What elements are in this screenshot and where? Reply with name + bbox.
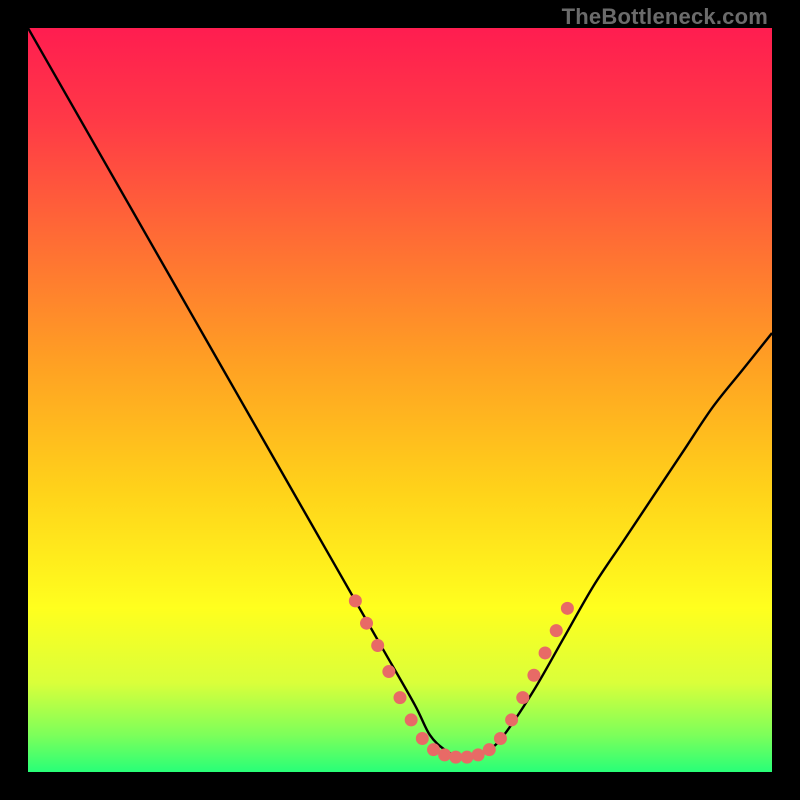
highlight-dot [394, 691, 407, 704]
highlight-dot [449, 751, 462, 764]
watermark-text: TheBottleneck.com [562, 4, 768, 30]
highlight-dot [405, 713, 418, 726]
highlight-dot [438, 748, 451, 761]
highlight-dot [460, 751, 473, 764]
highlight-dot [483, 743, 496, 756]
highlight-dot [527, 669, 540, 682]
highlight-dot [505, 713, 518, 726]
chart-frame [28, 28, 772, 772]
highlight-dot [371, 639, 384, 652]
highlight-dot [349, 594, 362, 607]
highlight-dot [360, 617, 373, 630]
highlight-dot [539, 646, 552, 659]
highlight-dot [561, 602, 574, 615]
highlight-dot [382, 665, 395, 678]
highlight-dot [516, 691, 529, 704]
highlight-dot [427, 743, 440, 756]
chart-background [28, 28, 772, 772]
bottleneck-chart [28, 28, 772, 772]
highlight-dot [494, 732, 507, 745]
highlight-dot [416, 732, 429, 745]
highlight-dot [550, 624, 563, 637]
highlight-dot [472, 748, 485, 761]
